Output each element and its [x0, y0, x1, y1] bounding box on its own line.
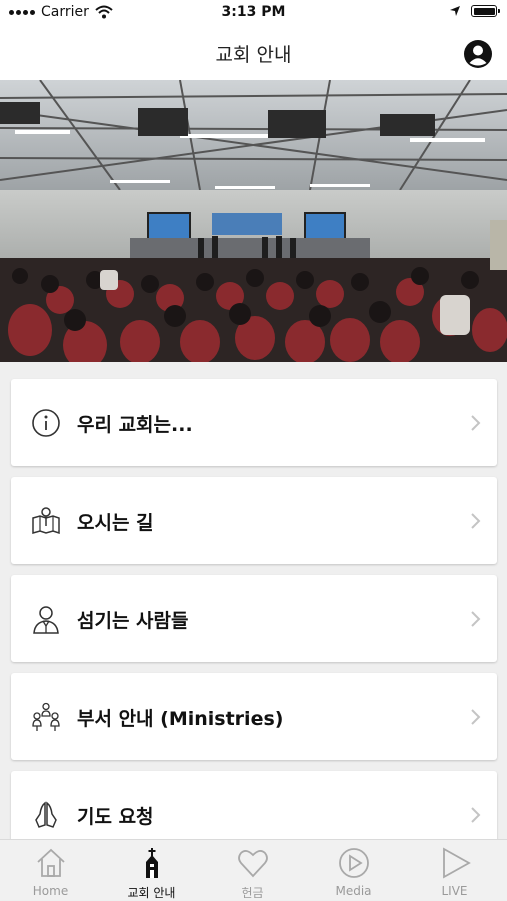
menu-item-label: 우리 교회는...	[77, 414, 193, 436]
church-icon	[146, 848, 158, 878]
tab-label: 헌금	[241, 886, 264, 900]
info-circle-icon	[32, 409, 60, 437]
home-icon	[37, 848, 65, 877]
tab-live[interactable]: LIVE	[404, 840, 505, 901]
hero-image	[0, 80, 507, 362]
play-triangle-icon	[443, 847, 471, 879]
tab-label: Home	[32, 884, 69, 898]
status-right	[449, 5, 500, 17]
menu-item-staff[interactable]: 섬기는 사람들	[11, 575, 497, 662]
church-congregation-photo	[0, 80, 507, 362]
chevron-right-icon	[471, 611, 481, 627]
nav-bar: 교회 안내	[0, 26, 507, 80]
tab-offering[interactable]: 헌금	[202, 840, 303, 901]
praying-hands-icon	[35, 801, 57, 828]
chevron-right-icon	[471, 513, 481, 529]
location-arrow-icon	[450, 6, 460, 16]
menu-item-directions[interactable]: 오시는 길	[11, 477, 497, 564]
status-bar: Carrier 3:13 PM	[0, 0, 507, 26]
menu-item-label: 섬기는 사람들	[77, 610, 189, 632]
profile-button[interactable]	[463, 39, 493, 69]
heart-icon	[238, 850, 268, 878]
chevron-right-icon	[471, 807, 481, 823]
play-circle-icon	[339, 848, 369, 878]
menu-item-about[interactable]: 우리 교회는...	[11, 379, 497, 466]
menu-item-label: 부서 안내 (Ministries)	[77, 708, 284, 730]
people-group-icon	[32, 702, 60, 731]
page-title: 교회 안내	[215, 44, 292, 66]
battery-icon	[471, 5, 500, 17]
chevron-right-icon	[471, 709, 481, 725]
menu-item-label: 오시는 길	[77, 512, 154, 534]
tab-label: 교회 안내	[127, 886, 176, 900]
person-suit-icon	[33, 606, 59, 634]
tab-label: Media	[335, 884, 372, 898]
tab-home[interactable]: Home	[0, 840, 101, 901]
tab-bar: Home 교회 안내 헌금 Media LIVE	[0, 839, 507, 900]
tab-church-info[interactable]: 교회 안내	[101, 840, 202, 901]
tab-label: LIVE	[441, 884, 468, 898]
status-time: 3:13 PM	[221, 4, 286, 20]
chevron-right-icon	[471, 415, 481, 431]
menu-item-ministries[interactable]: 부서 안내 (Ministries)	[11, 673, 497, 760]
menu-list: 우리 교회는... 오시는 길 섬기는 사람들 부서 안내 (Ministrie…	[11, 379, 497, 869]
tab-media[interactable]: Media	[303, 840, 404, 901]
map-pin-icon	[32, 507, 60, 535]
menu-item-label: 기도 요청	[77, 806, 154, 828]
